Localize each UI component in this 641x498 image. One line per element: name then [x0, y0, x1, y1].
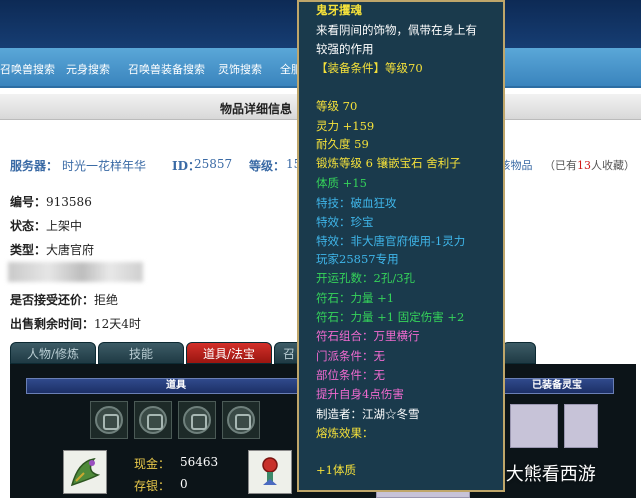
tooltip-item-name: 鬼牙攫魂	[316, 3, 362, 17]
dragon-item-icon[interactable]	[63, 450, 107, 494]
tooltip-attr-line: +1体质	[316, 463, 356, 477]
tooltip-attr-line: 制造者：江湖☆冬雪	[316, 407, 420, 421]
tooltip-attr-line: 门派条件：无	[316, 349, 385, 363]
tooltip-attr-line: 特技：破血狂攻	[316, 196, 397, 210]
remaining-value: 12天4时	[94, 317, 141, 331]
swirl-emblem-icon	[183, 406, 211, 434]
cash-label: 现金：	[134, 457, 171, 471]
tooltip-attr-line: 符石组合：万里横行	[316, 329, 420, 343]
number-row: 编号：913586	[10, 193, 92, 210]
type-row: 类型：大唐官府	[10, 241, 94, 258]
favorite-prefix: （已有	[544, 159, 577, 172]
equipped-header: 已装备灵宝	[500, 378, 614, 394]
number-value: 913586	[46, 195, 92, 209]
tooltip-requirement: 【装备条件】等级70	[316, 61, 423, 75]
swirl-emblem-icon	[139, 406, 167, 434]
number-label: 编号：	[10, 195, 47, 209]
swirl-emblem-icon	[227, 406, 255, 434]
savings-label: 存银：	[134, 479, 171, 493]
server-label: 服务器：	[10, 159, 59, 173]
bargain-row: 是否接受还价：拒绝	[10, 291, 118, 308]
blurred-area	[8, 262, 143, 282]
tab-extra[interactable]	[502, 342, 536, 364]
remaining-label: 出售剩余时间：	[10, 317, 95, 331]
tooltip-attr-line: 部位条件：无	[316, 368, 385, 382]
nav-pet-search[interactable]: 召唤兽搜索	[0, 61, 55, 77]
tooltip-attr-line: 开运孔数：2孔/3孔	[316, 271, 416, 285]
nav-body-search[interactable]: 元身搜索	[66, 61, 110, 77]
favorite-count: 13	[577, 159, 591, 172]
favorite-suffix: 人收藏）	[591, 159, 635, 172]
nav-pet-equip-search[interactable]: 召唤兽装备搜索	[128, 61, 205, 77]
tooltip-attr-line: 耐久度 59	[316, 137, 369, 151]
tooltip-attr-line: 等级 70	[316, 99, 358, 113]
page-title: 物品详细信息	[220, 102, 293, 116]
item-slot-2[interactable]	[134, 401, 172, 439]
status-row: 状态：上架中	[10, 217, 82, 234]
bargain-value: 拒绝	[94, 293, 119, 307]
tooltip-attr-line: 符石：力量 +1	[316, 291, 395, 305]
tooltip-attr-line: 熔炼效果：	[316, 426, 374, 440]
tab-character[interactable]: 人物/修炼	[10, 342, 96, 364]
dragon-item-graphic	[70, 457, 101, 487]
type-value: 大唐官府	[46, 243, 95, 257]
id-value: 25857	[194, 157, 233, 171]
item-tooltip: 鬼牙攫魂 来看阴间的饰物，佩带在身上有 较强的作用 【装备条件】等级70 等级 …	[297, 0, 505, 492]
tooltip-attr-line: 特效：珍宝	[316, 215, 374, 229]
tooltip-attr-line: 体质 +15	[316, 176, 367, 190]
items-header: 道具	[26, 378, 326, 394]
tab-skills[interactable]: 技能	[98, 342, 184, 364]
item-slot-3[interactable]	[178, 401, 216, 439]
tooltip-attr-line: 玩家25857专用	[316, 252, 399, 266]
tooltip-desc-2: 较强的作用	[316, 42, 374, 56]
bargain-label: 是否接受还价：	[10, 293, 95, 307]
remaining-row: 出售剩余时间：12天4时	[10, 315, 141, 332]
cash-value: 56463	[180, 455, 219, 469]
tooltip-attr-line: 灵力 +159	[316, 119, 375, 133]
tooltip-desc-1: 来看阴间的饰物，佩带在身上有	[316, 23, 477, 37]
tooltip-attr-line: 符石：力量 +1 固定伤害 +2	[316, 310, 465, 324]
tooltip-attr-line: 特效：非大唐官府使用-1灵力	[316, 234, 466, 248]
tooltip-attr-line: 提升自身4点伤害	[316, 387, 404, 401]
ornament-item-icon[interactable]	[248, 450, 292, 494]
equipped-slot-1[interactable]	[510, 404, 558, 448]
tab-items[interactable]: 道具/法宝	[186, 342, 272, 364]
item-slot-4[interactable]	[222, 401, 260, 439]
savings-value: 0	[180, 477, 188, 491]
swirl-emblem-icon	[95, 406, 123, 434]
status-value: 上架中	[46, 219, 83, 233]
ornament-item-graphic	[262, 457, 278, 485]
item-slot-1[interactable]	[90, 401, 128, 439]
server-value: 时光一花样年华	[62, 159, 147, 173]
status-label: 状态：	[10, 219, 47, 233]
level-label: 等级：	[249, 159, 286, 173]
type-label: 类型：	[10, 243, 47, 257]
tooltip-attr-line: 锻炼等级 6 镶嵌宝石 舍利子	[316, 156, 461, 170]
nav-ornament-search[interactable]: 灵饰搜索	[218, 61, 262, 77]
equipped-slot-2[interactable]	[564, 404, 598, 448]
